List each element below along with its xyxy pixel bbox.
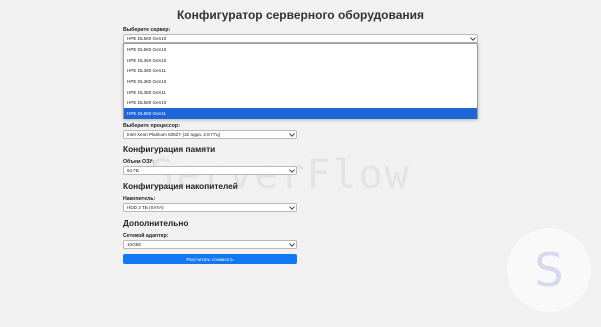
storage-section-title: Конфигурация накопителей: [123, 181, 238, 191]
server-select-value: HPE DL560 Gen10: [127, 36, 167, 41]
server-option[interactable]: HPE DL360 Gen10: [124, 55, 477, 66]
page-title: Конфигуратор серверного оборудования: [176, 8, 425, 22]
chevron-down-icon: [288, 167, 296, 174]
server-option[interactable]: HPE DL380 Gen11: [124, 87, 477, 98]
server-option-highlighted[interactable]: HPE DL560 Gen11: [124, 108, 477, 119]
storage-label: Накопитель:: [123, 196, 156, 202]
chevron-down-icon: [469, 35, 477, 42]
memory-label: Объем ОЗУ:: [123, 159, 154, 165]
chevron-down-icon: [288, 241, 296, 248]
storage-select-value: HDD 2 ТБ (SATA): [127, 205, 164, 210]
network-adapter-select-value: 10GbE: [127, 242, 142, 247]
chevron-down-icon: [288, 131, 296, 138]
calculate-price-button[interactable]: Рассчитать стоимость: [123, 254, 297, 264]
storage-select[interactable]: HDD 2 ТБ (SATA): [123, 203, 297, 212]
server-select[interactable]: HPE DL560 Gen10: [123, 34, 478, 43]
watermark-text: ServerFlow: [150, 152, 411, 198]
network-adapter-label: Сетевой адаптер:: [123, 233, 169, 239]
brand-logo: S: [507, 228, 591, 312]
server-dropdown-list[interactable]: HPE DL560 Gen10 HPE DL360 Gen10 HPE DL36…: [123, 43, 478, 119]
processor-select-value: Intel Xeon Platinum 8352Y (32 ядра, 2.8 …: [127, 132, 221, 137]
server-option[interactable]: HPE DL560 Gen10: [124, 44, 477, 55]
server-option[interactable]: HPE DL380 Gen10: [124, 76, 477, 87]
extra-section-title: Дополнительно: [123, 218, 189, 228]
network-adapter-select[interactable]: 10GbE: [123, 240, 297, 249]
server-option[interactable]: HPE DL360 Gen11: [124, 65, 477, 76]
memory-select[interactable]: 64 ГБ: [123, 166, 297, 175]
processor-label: Выберите процессор:: [123, 123, 180, 129]
chevron-down-icon: [288, 204, 296, 211]
memory-section-title: Конфигурация памяти: [123, 144, 216, 154]
server-option[interactable]: HPE DL580 Gen10: [124, 97, 477, 108]
processor-select[interactable]: Intel Xeon Platinum 8352Y (32 ядра, 2.8 …: [123, 130, 297, 139]
brand-logo-letter: S: [534, 243, 564, 297]
server-label: Выберите сервер:: [123, 27, 171, 33]
memory-select-value: 64 ГБ: [127, 168, 139, 173]
